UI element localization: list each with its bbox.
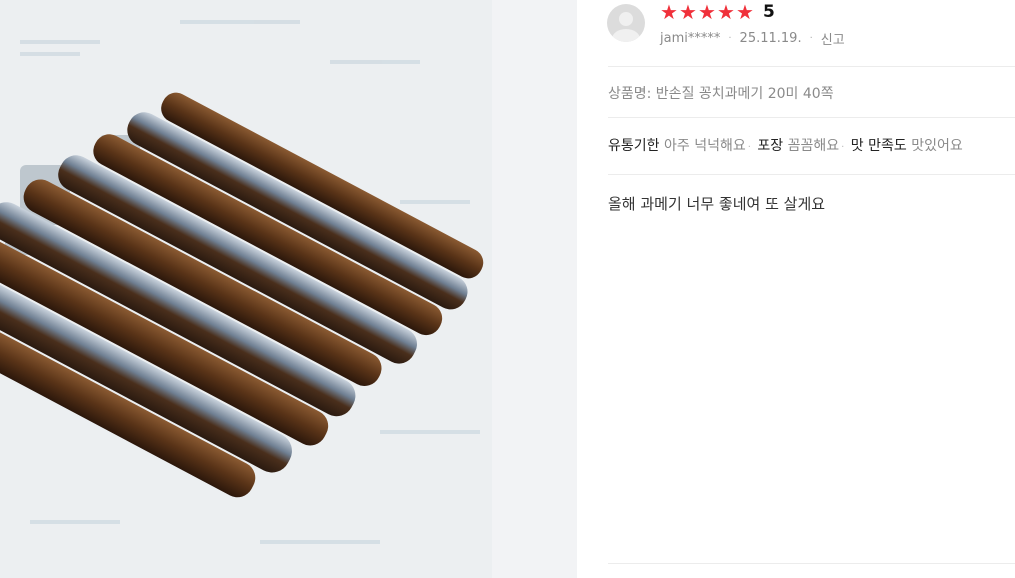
- rating-score: 5: [763, 2, 775, 22]
- tag-key: 유통기한: [608, 138, 660, 154]
- star-icon: ★: [660, 0, 678, 24]
- photo-panel-gutter: [492, 0, 577, 578]
- review-photo[interactable]: [0, 0, 492, 578]
- review-date: 25.11.19.: [739, 31, 802, 46]
- tag-key: 포장: [757, 138, 784, 154]
- review-meta: jami***** · 25.11.19. · 신고: [660, 29, 845, 48]
- divider: [608, 563, 1015, 564]
- product-option: 상품명: 반손질 꽁치과메기 20미 40쪽: [608, 86, 834, 102]
- review-attribute-tags: 유통기한 아주 넉넉해요 · 포장 꼼꼼해요 · 맛 만족도 맛있어요: [608, 138, 963, 154]
- review-content: 올해 과메기 너무 좋네여 또 살게요: [608, 195, 826, 213]
- tag-value: 아주 넉넉해요: [663, 138, 746, 154]
- report-link[interactable]: 신고: [821, 29, 845, 48]
- meta-separator: ·: [809, 33, 813, 44]
- star-icon: ★: [698, 0, 716, 24]
- meta-separator: ·: [728, 33, 732, 44]
- review-panel: ★ ★ ★ ★ ★ 5 jami***** · 25.11.19. · 신고 상…: [577, 0, 1015, 578]
- tag-value: 꼼꼼해요: [787, 138, 840, 154]
- divider: [608, 66, 1015, 67]
- reviewer-name: jami*****: [660, 31, 721, 46]
- star-icon: ★: [679, 0, 697, 24]
- star-icon: ★: [736, 0, 754, 24]
- star-icon: ★: [717, 0, 735, 24]
- review-photo-image: [0, 0, 492, 578]
- tag-key: 맛 만족도: [850, 138, 907, 154]
- divider: [608, 174, 1015, 175]
- divider: [608, 117, 1015, 118]
- rating-stars: ★ ★ ★ ★ ★ 5: [660, 2, 775, 22]
- default-user-avatar-icon: [607, 4, 645, 42]
- tag-value: 맛있어요: [911, 138, 963, 154]
